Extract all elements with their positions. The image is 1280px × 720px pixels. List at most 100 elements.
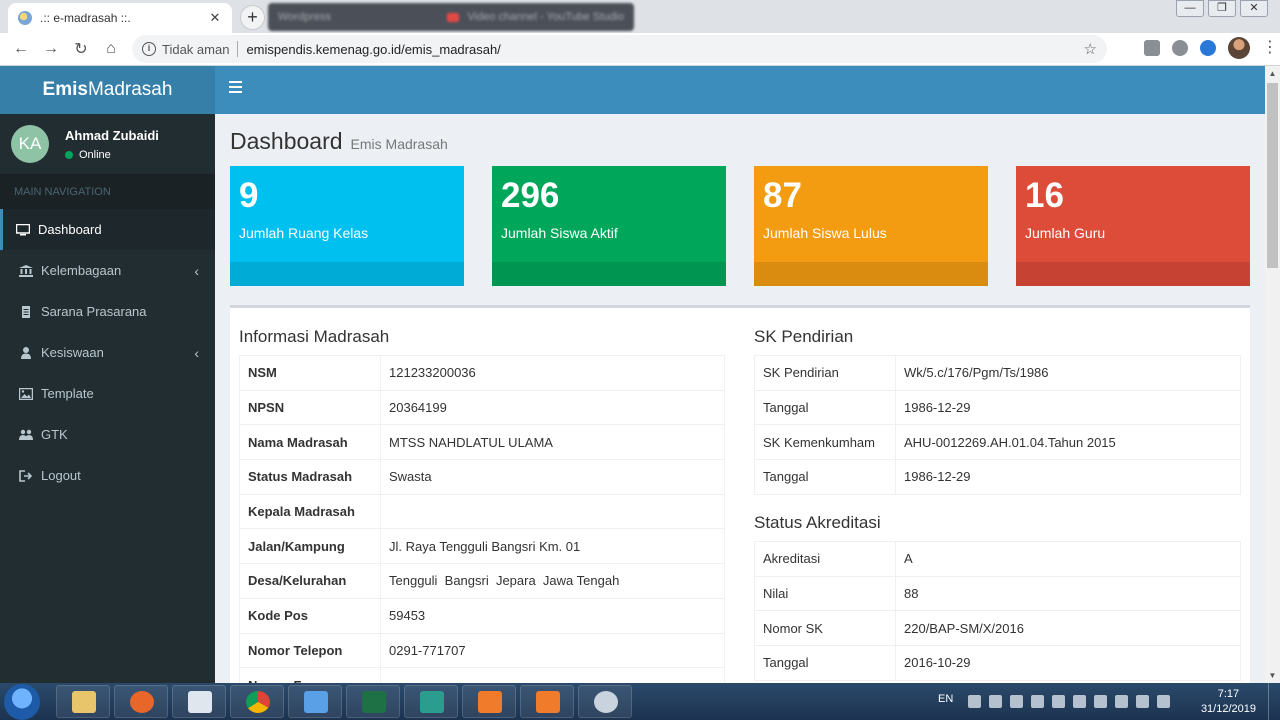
background-tabs[interactable]: Wordpress Video channel - YouTube Studio: [268, 3, 634, 31]
stat-box-footer[interactable]: [1016, 262, 1250, 286]
app-logo[interactable]: EmisMadrasah: [0, 66, 215, 114]
tray-icon[interactable]: [989, 695, 1002, 708]
stat-box-footer[interactable]: [492, 262, 726, 286]
taskbar-excel[interactable]: [346, 685, 400, 718]
stat-value: 87: [763, 176, 802, 215]
taskbar-chrome[interactable]: [230, 685, 284, 718]
home-button[interactable]: ⌂: [96, 40, 126, 58]
taskbar-clock[interactable]: 7:17 31/12/2019: [1201, 687, 1256, 717]
sidebar-toggle-icon[interactable]: [229, 81, 242, 96]
sidebar-item-template[interactable]: Template: [0, 373, 215, 414]
stat-box-guru[interactable]: 16 Jumlah Guru: [1016, 166, 1250, 286]
chevron-left-icon[interactable]: ‹: [194, 263, 199, 279]
close-window-button[interactable]: ✕: [1240, 0, 1268, 17]
row-value: Wk/5.c/176/Pgm/Ts/1986: [895, 355, 1241, 391]
taskbar-megaphone[interactable]: [288, 685, 342, 718]
document-icon: [188, 691, 212, 713]
table-row: NSM 121233200036: [239, 355, 725, 391]
taskbar-explorer[interactable]: [56, 685, 110, 718]
flag-icon[interactable]: [1052, 695, 1065, 708]
stat-label: Jumlah Guru: [1025, 225, 1106, 241]
scroll-up-icon[interactable]: ▲: [1265, 66, 1280, 81]
cast-icon[interactable]: [1144, 40, 1160, 56]
tray-icon[interactable]: [1094, 695, 1107, 708]
nav-header: MAIN NAVIGATION: [0, 174, 215, 209]
new-tab-button[interactable]: +: [240, 5, 265, 30]
chrome-icon: [246, 691, 270, 713]
row-value: AHU-0012269.AH.01.04.Tahun 2015: [895, 424, 1241, 461]
sidebar-item-kelembagaan[interactable]: Kelembagaan ‹: [0, 250, 215, 291]
stat-box-footer[interactable]: [230, 262, 464, 286]
sidebar-item-kesiswaan[interactable]: Kesiswaan ‹: [0, 332, 215, 373]
security-label[interactable]: Tidak aman: [162, 42, 229, 57]
scroll-down-icon[interactable]: ▼: [1265, 668, 1280, 683]
taskbar-recorder-2[interactable]: [520, 685, 574, 718]
stat-label: Jumlah Ruang Kelas: [239, 225, 369, 241]
row-value: 88: [895, 575, 1241, 612]
sidebar-item-gtk[interactable]: GTK: [0, 414, 215, 455]
stat-box-ruang-kelas[interactable]: 9 Jumlah Ruang Kelas: [230, 166, 464, 286]
url-text[interactable]: emispendis.kemenag.go.id/emis_madrasah/: [246, 42, 1083, 57]
stat-label: Jumlah Siswa Aktif: [501, 225, 618, 241]
taskbar-firefox[interactable]: [114, 685, 168, 718]
taskbar-app-misc[interactable]: [578, 685, 632, 718]
speaker-icon[interactable]: [1115, 695, 1128, 708]
firefox-icon: [130, 691, 154, 713]
maximize-button[interactable]: ❐: [1208, 0, 1236, 17]
excel-icon: [362, 691, 386, 713]
reload-button[interactable]: ↻: [66, 39, 96, 59]
address-bar[interactable]: i Tidak aman emispendis.kemenag.go.id/em…: [132, 35, 1107, 63]
row-value: A: [895, 541, 1241, 577]
minimize-button[interactable]: —: [1176, 0, 1204, 17]
show-desktop-button[interactable]: [1268, 683, 1280, 720]
browser-tab-active[interactable]: .:: e-madrasah ::. ✕: [8, 3, 232, 33]
taskbar-document[interactable]: [172, 685, 226, 718]
language-indicator[interactable]: EN: [938, 693, 953, 705]
tray-icon[interactable]: [1010, 695, 1023, 708]
table-row: Akreditasi A: [754, 541, 1241, 577]
search-extension-icon[interactable]: [1200, 40, 1216, 56]
profile-avatar-icon[interactable]: [1228, 37, 1250, 59]
row-key: Desa/Kelurahan: [239, 563, 381, 599]
info-icon[interactable]: i: [142, 42, 156, 56]
volume-icon[interactable]: [1157, 695, 1170, 708]
extension-icon[interactable]: [1172, 40, 1188, 56]
sk-pendirian-table: SK Pendirian Wk/5.c/176/Pgm/Ts/1986 Tangg…: [754, 355, 1241, 495]
youtube-icon: [447, 12, 460, 22]
browser-menu-icon[interactable]: ⋮: [1262, 40, 1278, 56]
sidebar-item-sarana-prasarana[interactable]: Sarana Prasarana: [0, 291, 215, 332]
forward-button[interactable]: →: [36, 40, 66, 58]
network-icon[interactable]: [1136, 695, 1149, 708]
table-row: Nilai 88: [754, 575, 1241, 612]
row-value: 1986-12-29: [895, 459, 1241, 495]
sidebar-item-dashboard[interactable]: Dashboard: [0, 209, 215, 250]
scrollbar-thumb[interactable]: [1267, 83, 1278, 268]
bookmark-star-icon[interactable]: ☆: [1084, 40, 1097, 58]
taskbar-app-x[interactable]: [404, 685, 458, 718]
back-button[interactable]: ←: [6, 40, 36, 58]
stat-label: Jumlah Siswa Lulus: [763, 225, 887, 241]
sidebar-item-label: Logout: [41, 468, 81, 483]
user-avatar: KA: [11, 125, 49, 163]
background-tab-2[interactable]: Video channel - YouTube Studio: [467, 11, 624, 23]
stat-box-siswa-lulus[interactable]: 87 Jumlah Siswa Lulus: [754, 166, 988, 286]
stat-box-footer[interactable]: [754, 262, 988, 286]
start-button-icon[interactable]: [4, 684, 40, 720]
row-key: Kepala Madrasah: [239, 493, 381, 530]
sidebar-item-label: Kesiswaan: [41, 345, 104, 360]
tray-icon[interactable]: [968, 695, 981, 708]
row-value: Swasta: [380, 459, 725, 495]
taskbar-recorder-1[interactable]: [462, 685, 516, 718]
online-dot-icon: [65, 150, 73, 159]
system-tray: EN 7:17 31/12/2019: [930, 683, 1280, 720]
page-scrollbar[interactable]: ▲ ▼: [1265, 66, 1280, 683]
recorder-icon: [478, 691, 502, 713]
tray-icon[interactable]: [1031, 695, 1044, 708]
background-tab-1[interactable]: Wordpress: [278, 11, 331, 23]
tab-close-icon[interactable]: ✕: [208, 10, 222, 26]
row-key: Jalan/Kampung: [239, 528, 381, 565]
chevron-left-icon[interactable]: ‹: [194, 345, 199, 361]
stat-box-siswa-aktif[interactable]: 296 Jumlah Siswa Aktif: [492, 166, 726, 286]
sidebar-item-logout[interactable]: Logout: [0, 455, 215, 496]
tray-icon[interactable]: [1073, 695, 1086, 708]
